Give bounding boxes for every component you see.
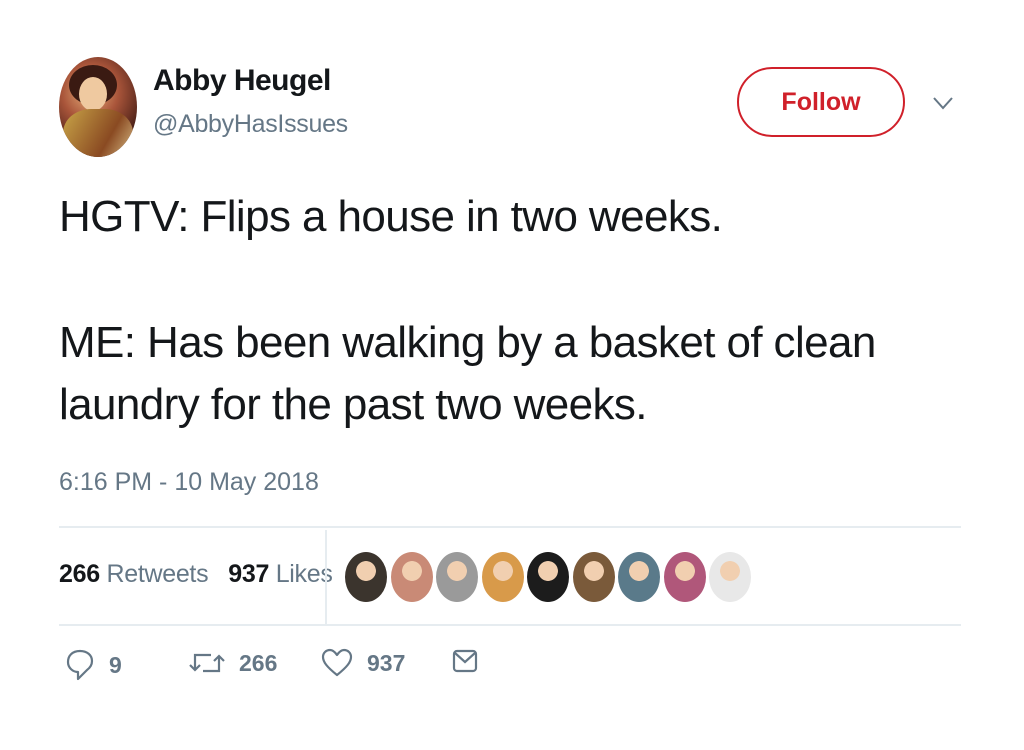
liker-avatar[interactable]: [616, 550, 662, 604]
like-count: 937: [367, 649, 406, 676]
author-avatar[interactable]: [59, 57, 137, 157]
liker-avatar[interactable]: [525, 550, 571, 604]
stats-divider: [325, 530, 327, 624]
message-icon: [452, 649, 478, 673]
follow-button[interactable]: Follow: [737, 67, 905, 137]
likes-count: 937: [228, 560, 270, 588]
like-button[interactable]: 937: [321, 648, 405, 678]
liker-avatar[interactable]: [434, 550, 480, 604]
retweet-button[interactable]: 266: [189, 648, 277, 678]
engagement-stats: 266 Retweets 937 Likes: [59, 560, 333, 589]
tweet-timestamp[interactable]: 6:16 PM - 10 May 2018: [59, 468, 319, 497]
tweet-text: HGTV: Flips a house in two weeks. ME: Ha…: [59, 186, 959, 436]
reply-count: 9: [109, 651, 122, 678]
retweets-count: 266: [59, 560, 100, 588]
liker-avatar[interactable]: [343, 550, 389, 604]
retweet-icon: [189, 653, 225, 673]
retweet-stat[interactable]: 266 Retweets: [59, 560, 215, 588]
reply-button[interactable]: 9: [65, 648, 122, 682]
divider-top: [59, 526, 961, 528]
author-handle[interactable]: @AbbyHasIssues: [153, 110, 348, 139]
likes-stat[interactable]: 937 Likes: [228, 560, 333, 588]
liker-avatar[interactable]: [479, 550, 526, 604]
tweet-text-line2: ME: Has been walking by a basket of clea…: [59, 318, 876, 429]
tweet-text-line1: HGTV: Flips a house in two weeks.: [59, 192, 723, 241]
reply-icon: [66, 649, 94, 681]
liker-avatar[interactable]: [388, 550, 435, 604]
liker-avatar[interactable]: [661, 550, 708, 604]
like-icon: [321, 648, 353, 677]
direct-message-button[interactable]: [452, 648, 478, 674]
liker-avatar[interactable]: [707, 550, 753, 604]
retweet-count: 266: [239, 649, 278, 676]
avatar-face: [79, 77, 107, 111]
liker-avatars: [343, 550, 753, 604]
retweets-label: Retweets: [106, 560, 209, 588]
divider-bottom: [59, 624, 961, 626]
author-name[interactable]: Abby Heugel: [153, 64, 331, 98]
avatar-dress: [63, 109, 133, 157]
liker-avatar[interactable]: [570, 550, 617, 604]
chevron-down-icon[interactable]: [930, 92, 956, 114]
